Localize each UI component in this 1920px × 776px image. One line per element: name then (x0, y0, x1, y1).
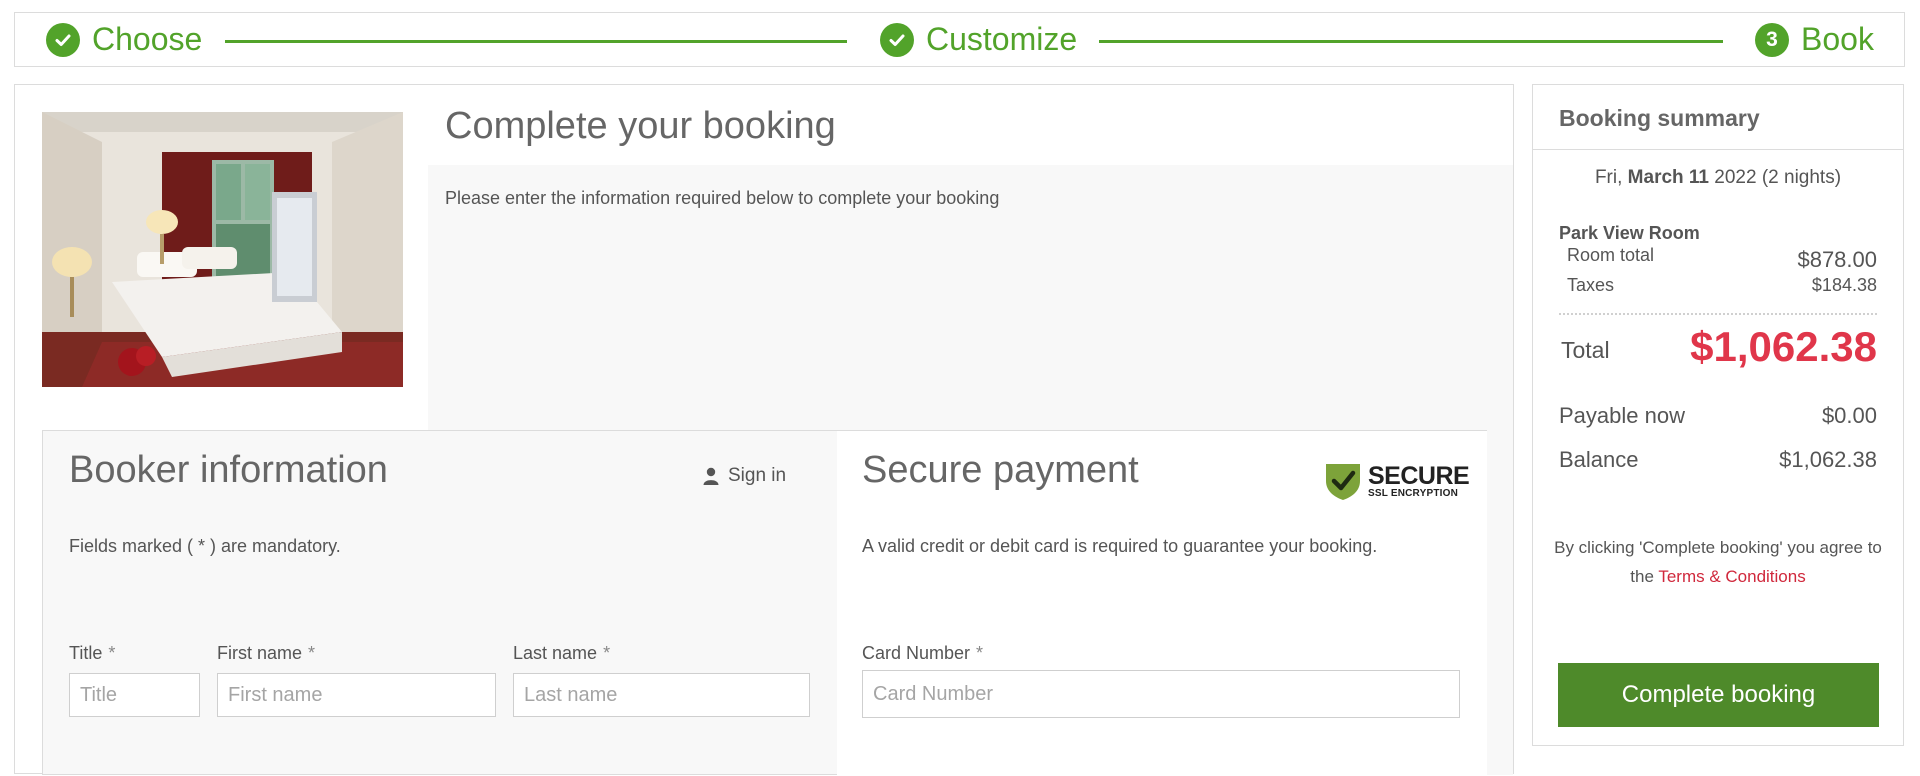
stay-dates: Fri, March 11 2022 (2 nights) (1594, 167, 1842, 188)
step-connector (1099, 40, 1723, 43)
step-number-badge: 3 (1755, 22, 1789, 57)
secure-badge-text: SECURE (1368, 461, 1470, 490)
card-number-label: Card Number * (862, 643, 984, 663)
sign-in-label: Sign in (728, 465, 787, 486)
shield-icon (1326, 464, 1360, 500)
room-total-row: Room total $878.00 (1567, 245, 1877, 272)
payable-now-label: Payable now (1559, 403, 1685, 428)
step-label: Customize (926, 21, 1078, 57)
room-name: Park View Room (1559, 223, 1700, 243)
taxes-row: Taxes $184.38 (1567, 275, 1877, 296)
complete-booking-button[interactable]: Complete booking (1558, 663, 1879, 727)
ssl-secure-badge: SECURE SSL ENCRYPTION (1324, 461, 1470, 501)
step-book: 3 Book (1755, 13, 1874, 66)
taxes-label: Taxes (1567, 275, 1615, 295)
balance-value: $1,062.38 (1779, 447, 1877, 472)
payable-now-row: Payable now $0.00 (1559, 403, 1877, 429)
room-photo (42, 112, 403, 387)
user-icon (703, 467, 719, 485)
last-name-field[interactable] (513, 673, 810, 717)
terms-agreement: By clicking 'Complete booking' you agree… (1554, 538, 1882, 586)
page-title: Complete your booking (445, 105, 836, 147)
check-icon (880, 22, 914, 57)
payment-title: Secure payment (862, 449, 1139, 491)
summary-dotted-divider (1559, 313, 1877, 315)
payable-now-value: $0.00 (1821, 403, 1877, 428)
page-subtitle: Please enter the information required be… (445, 188, 1000, 208)
first-name-field[interactable] (217, 673, 496, 717)
booking-summary: Booking summary Fri, March 11 2022 (2 ni… (1532, 84, 1904, 746)
card-number-field[interactable] (862, 670, 1460, 718)
total-label: Total (1561, 337, 1610, 363)
balance-label: Balance (1559, 447, 1639, 472)
ssl-badge-text: SSL ENCRYPTION (1368, 487, 1459, 499)
booking-panel: Complete your booking Please enter the i… (14, 84, 1514, 776)
room-total-label: Room total (1567, 245, 1655, 265)
balance-row: Balance $1,062.38 (1559, 447, 1877, 473)
booking-form: Booker information Sign in Fields marked… (42, 430, 1487, 776)
booking-progress: Choose Customize 3 Book (14, 12, 1905, 67)
taxes-value: $184.38 (1811, 275, 1877, 295)
total-value: $1,062.38 (1690, 323, 1877, 370)
step-label: Book (1801, 21, 1874, 57)
summary-title: Booking summary (1559, 105, 1760, 131)
terms-link[interactable]: Terms & Conditions (1658, 567, 1805, 586)
check-icon (46, 22, 80, 57)
payment-note: A valid credit or debit card is required… (862, 536, 1378, 556)
step-customize[interactable]: Customize (880, 13, 1077, 66)
step-label: Choose (92, 21, 203, 57)
mandatory-note: Fields marked ( * ) are mandatory. (69, 536, 341, 556)
room-total-value: $878.00 (1797, 247, 1877, 272)
payment-section: Secure payment SECURE SSL ENCRYPTION A v… (837, 431, 1487, 776)
step-connector (225, 40, 847, 43)
first-name-label: First name * (217, 643, 316, 663)
title-label: Title * (69, 643, 116, 663)
summary-divider (1533, 149, 1903, 150)
title-field[interactable] (69, 673, 200, 717)
sign-in-link[interactable]: Sign in (703, 465, 786, 487)
booker-info-title: Booker information (69, 449, 388, 491)
last-name-label: Last name * (513, 643, 611, 663)
step-choose[interactable]: Choose (46, 13, 202, 66)
